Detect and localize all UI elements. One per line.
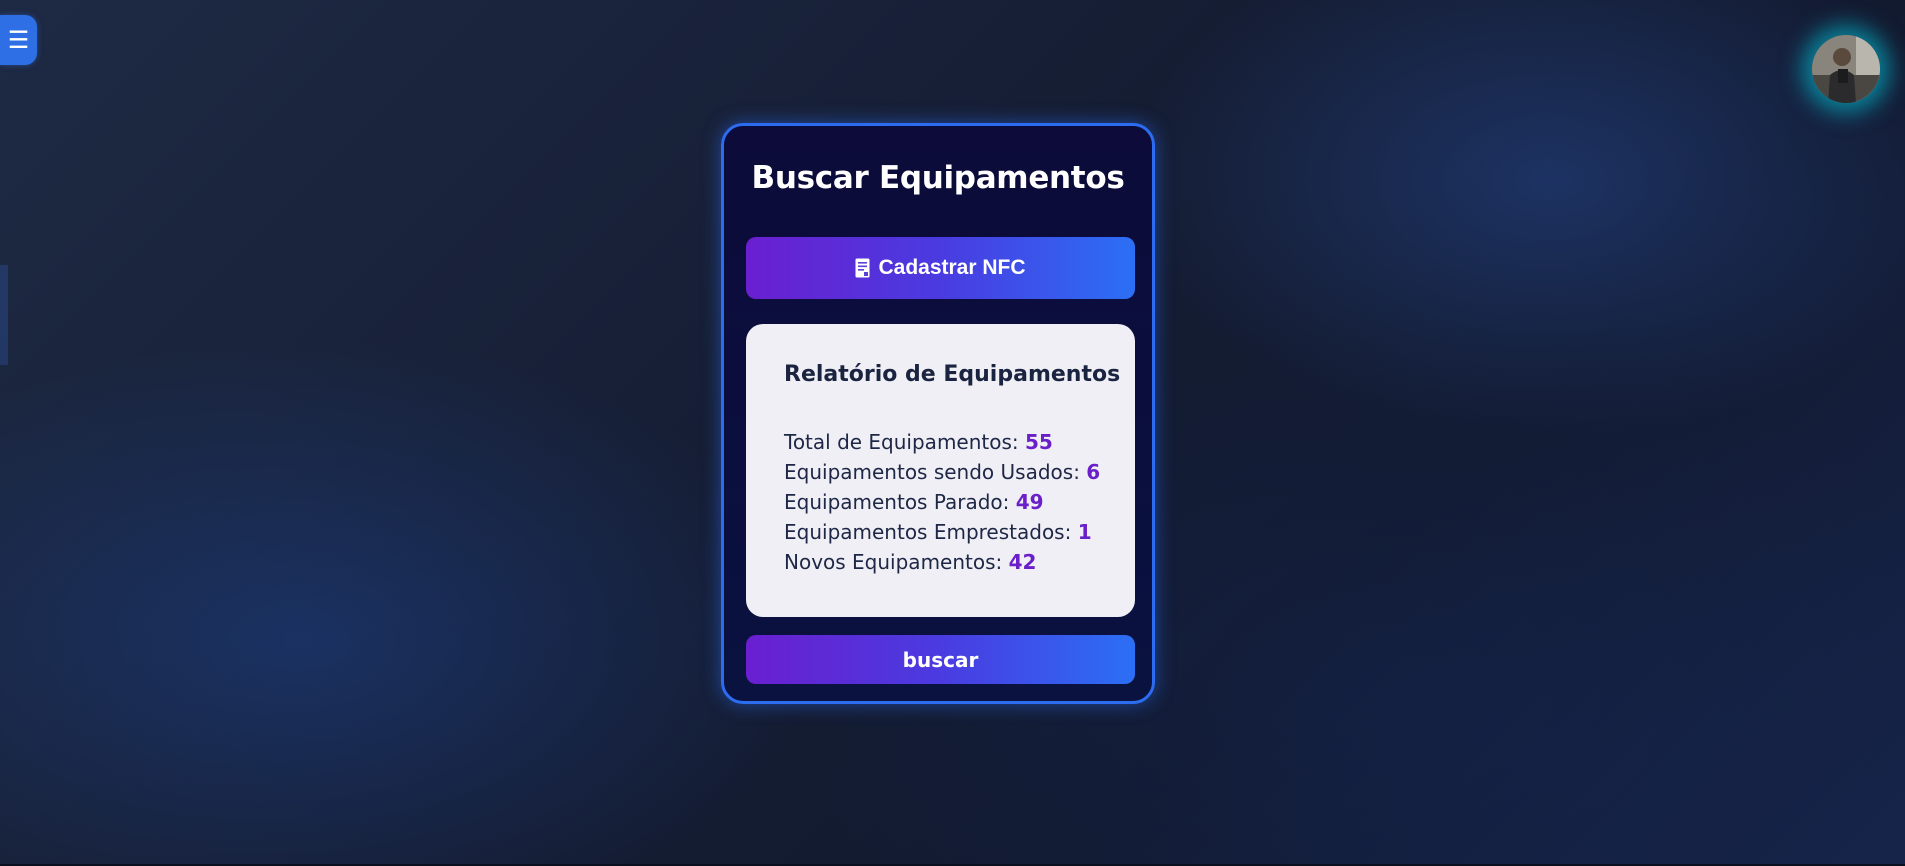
stat-value: 55 (1025, 430, 1053, 454)
user-avatar[interactable] (1812, 35, 1880, 103)
stat-new: Novos Equipamentos: 42 (784, 547, 1135, 577)
stat-label: Total de Equipamentos: (784, 430, 1025, 454)
stat-value: 42 (1008, 550, 1037, 574)
menu-toggle-button[interactable]: ☰ (0, 15, 37, 65)
stat-label: Equipamentos sendo Usados: (784, 460, 1087, 484)
hamburger-icon: ☰ (7, 26, 30, 54)
stat-value: 1 (1077, 520, 1092, 544)
search-button[interactable]: buscar (746, 635, 1135, 684)
stat-label: Novos Equipamentos: (784, 550, 1009, 574)
search-equipment-card: Buscar Equipamentos Cadastrar NFC Relató… (721, 123, 1155, 704)
stat-label: Equipamentos Parado: (784, 490, 1016, 514)
sidebar-edge (0, 265, 8, 365)
stat-in-use: Equipamentos sendo Usados: 6 (784, 457, 1135, 487)
stat-value: 49 (1015, 490, 1044, 514)
register-nfc-label: Cadastrar NFC (878, 256, 1026, 279)
register-nfc-button[interactable]: Cadastrar NFC (746, 237, 1135, 299)
equipment-report: Relatório de Equipamentos Total de Equip… (746, 324, 1135, 617)
stat-label: Equipamentos Emprestados: (784, 520, 1078, 544)
stat-value: 6 (1086, 460, 1101, 484)
page-title: Buscar Equipamentos (751, 160, 1125, 196)
stat-total: Total de Equipamentos: 55 (784, 427, 1135, 457)
stat-idle: Equipamentos Parado: 49 (784, 487, 1135, 517)
document-icon (855, 258, 870, 278)
report-title: Relatório de Equipamentos (784, 362, 1121, 387)
avatar-photo-icon (1812, 35, 1880, 103)
stat-borrowed: Equipamentos Emprestados: 1 (784, 517, 1135, 547)
